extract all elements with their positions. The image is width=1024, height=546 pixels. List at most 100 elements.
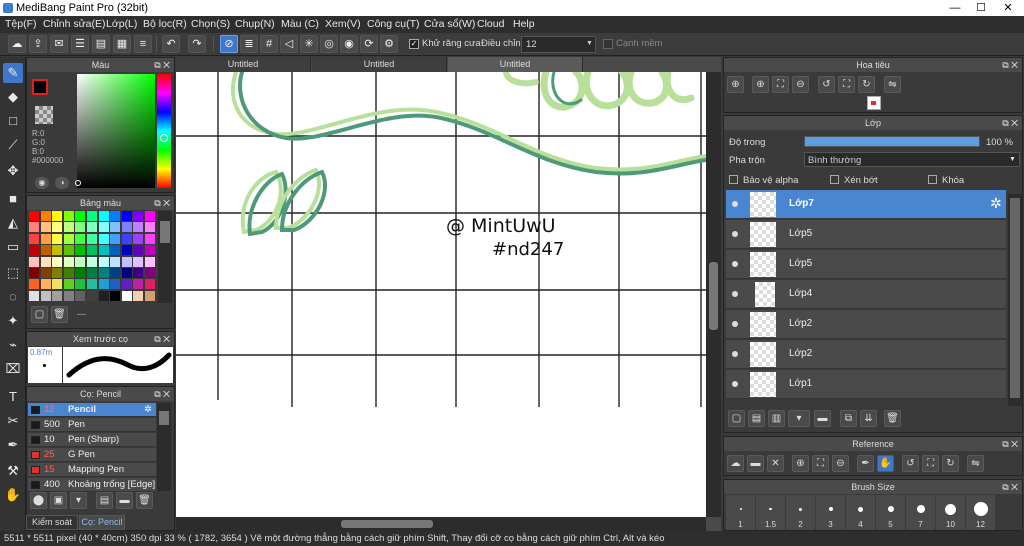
- palette-swatch[interactable]: [110, 222, 121, 233]
- palette-swatch[interactable]: [110, 268, 121, 278]
- scroll-thumb[interactable]: [160, 221, 170, 243]
- brush-list-scrollbar[interactable]: [157, 403, 171, 491]
- palette-swatch[interactable]: [110, 290, 121, 301]
- palette-swatch[interactable]: [145, 268, 155, 278]
- brush-settings-icon[interactable]: ▣: [50, 492, 67, 509]
- add-swatch-icon[interactable]: ▢: [31, 306, 48, 323]
- color-mode-icon[interactable]: ◑: [55, 177, 69, 189]
- layer-row[interactable]: Lớp5: [726, 250, 1006, 279]
- palette-swatch[interactable]: [110, 256, 121, 267]
- palette-swatch[interactable]: [63, 279, 74, 290]
- layer-menu-icon[interactable]: ▾: [788, 410, 810, 427]
- magic-wand-tool-icon[interactable]: ✦: [3, 311, 23, 331]
- palette-swatch[interactable]: [121, 290, 132, 301]
- snap-parallel-icon[interactable]: ≣: [240, 35, 258, 53]
- palette-scrollbar[interactable]: [158, 211, 172, 303]
- palette-swatch[interactable]: [29, 233, 39, 244]
- rotate-right-icon[interactable]: ↻: [942, 455, 959, 472]
- snap-ellipse-icon[interactable]: ⟳: [360, 35, 378, 53]
- eye-icon[interactable]: [732, 381, 738, 387]
- brush-size-preset[interactable]: 3: [816, 495, 845, 530]
- trash-icon[interactable]: 🗑: [136, 492, 153, 509]
- close-icon[interactable]: ✕: [767, 455, 784, 472]
- menu-help[interactable]: Help: [513, 16, 535, 33]
- tab-brush-pencil[interactable]: Cọ: Pencil: [79, 515, 125, 530]
- palette-swatch[interactable]: [87, 245, 97, 256]
- brush-item[interactable]: 500 Pen: [28, 418, 156, 432]
- zoom-out-icon[interactable]: ⊖: [832, 455, 849, 472]
- rotate-left-icon[interactable]: ↺: [902, 455, 919, 472]
- rotate-right-icon[interactable]: ↻: [858, 76, 875, 93]
- palette-swatch[interactable]: [133, 290, 144, 301]
- canvas-vscrollbar[interactable]: [706, 72, 721, 517]
- maximize-button[interactable]: ☐: [968, 0, 994, 16]
- zoom-in-icon[interactable]: ⊕: [792, 455, 809, 472]
- palette-swatch[interactable]: [133, 256, 144, 267]
- grid-doc-icon[interactable]: ▦: [113, 35, 131, 53]
- palette-swatch[interactable]: [40, 211, 51, 221]
- layer-scrollbar[interactable]: [1008, 194, 1022, 406]
- palette-swatch[interactable]: [75, 290, 86, 301]
- folder-icon[interactable]: ▬: [116, 492, 133, 509]
- select-rect-tool-icon[interactable]: ⬚: [3, 263, 23, 283]
- eyedropper-tool-icon[interactable]: ✒: [3, 435, 23, 455]
- palette-swatch[interactable]: [63, 290, 74, 301]
- bucket-tool-icon[interactable]: ◭: [3, 213, 23, 233]
- zoom-in-icon[interactable]: ⊕: [727, 76, 744, 93]
- hue-slider[interactable]: [157, 74, 171, 188]
- transparent-swatch[interactable]: [35, 106, 53, 124]
- palette-swatch[interactable]: [121, 256, 132, 267]
- brush-size-preset[interactable]: 7: [906, 495, 935, 530]
- tab-document[interactable]: Untitled: [448, 57, 583, 72]
- layer-row[interactable]: Lớp2: [726, 310, 1006, 339]
- menu-cloud[interactable]: Cloud: [477, 16, 504, 33]
- palette-swatch[interactable]: [63, 233, 74, 244]
- scroll-thumb[interactable]: [341, 520, 433, 528]
- canvas-hscrollbar[interactable]: [176, 517, 706, 531]
- palette-swatch[interactable]: [40, 245, 51, 256]
- palette-swatch[interactable]: [29, 211, 39, 221]
- panel-controls[interactable]: ⧉ ✕: [154, 387, 170, 401]
- gradient-tool-icon[interactable]: ▭: [3, 237, 23, 257]
- cloud-icon[interactable]: ☁: [8, 35, 26, 53]
- palette-swatch[interactable]: [87, 279, 97, 290]
- lasso-tool-icon[interactable]: ◌: [3, 287, 23, 307]
- brush-size-preset[interactable]: 12: [966, 495, 995, 530]
- blend-dropdown[interactable]: Bình thường ▼: [804, 152, 1020, 167]
- document-icon[interactable]: ▤: [92, 35, 110, 53]
- reset-view-icon[interactable]: ⛶: [922, 455, 939, 472]
- folder-icon[interactable]: ▬: [747, 455, 764, 472]
- menu-file[interactable]: Tệp(F): [5, 16, 37, 33]
- flip-icon[interactable]: ⇋: [967, 455, 984, 472]
- palette-swatch[interactable]: [29, 222, 39, 233]
- hand-icon[interactable]: ✋: [877, 455, 894, 472]
- eye-icon[interactable]: [732, 231, 738, 237]
- tab-document[interactable]: Untitled: [176, 57, 311, 72]
- brush-copy-icon[interactable]: ▤: [96, 492, 113, 509]
- add-8bit-layer-icon[interactable]: ▥: [768, 410, 785, 427]
- panel-controls[interactable]: ⧉ ✕: [154, 58, 170, 72]
- palette-swatch[interactable]: [52, 279, 63, 290]
- layer-row[interactable]: Lớp1: [726, 370, 1006, 399]
- lock-checkbox[interactable]: [928, 175, 937, 184]
- palette-swatch[interactable]: [63, 245, 74, 256]
- clipping-checkbox[interactable]: [830, 175, 839, 184]
- merge-layer-icon[interactable]: ⇊: [860, 410, 877, 427]
- palette-swatch[interactable]: [133, 222, 144, 233]
- brush-size-preset[interactable]: 2: [786, 495, 815, 530]
- eye-icon[interactable]: [732, 351, 738, 357]
- chat-icon[interactable]: ☰: [71, 35, 89, 53]
- layer-row[interactable]: Lớp4: [726, 280, 1006, 309]
- share-icon[interactable]: ⇪: [29, 35, 47, 53]
- palette-swatch[interactable]: [75, 211, 86, 221]
- eraser-tool-icon[interactable]: ◆: [3, 87, 23, 107]
- palette-swatch[interactable]: [121, 233, 132, 244]
- palette-swatch[interactable]: [52, 268, 63, 278]
- palette-swatch[interactable]: [40, 279, 51, 290]
- panel-controls[interactable]: ⧉ ✕: [1002, 116, 1018, 130]
- zoom-out-icon[interactable]: ⊖: [792, 76, 809, 93]
- palette-swatch[interactable]: [121, 245, 132, 256]
- palette-swatch[interactable]: [40, 268, 51, 278]
- undo-icon[interactable]: ↶: [162, 35, 180, 53]
- duplicate-layer-icon[interactable]: ⧉: [840, 410, 857, 427]
